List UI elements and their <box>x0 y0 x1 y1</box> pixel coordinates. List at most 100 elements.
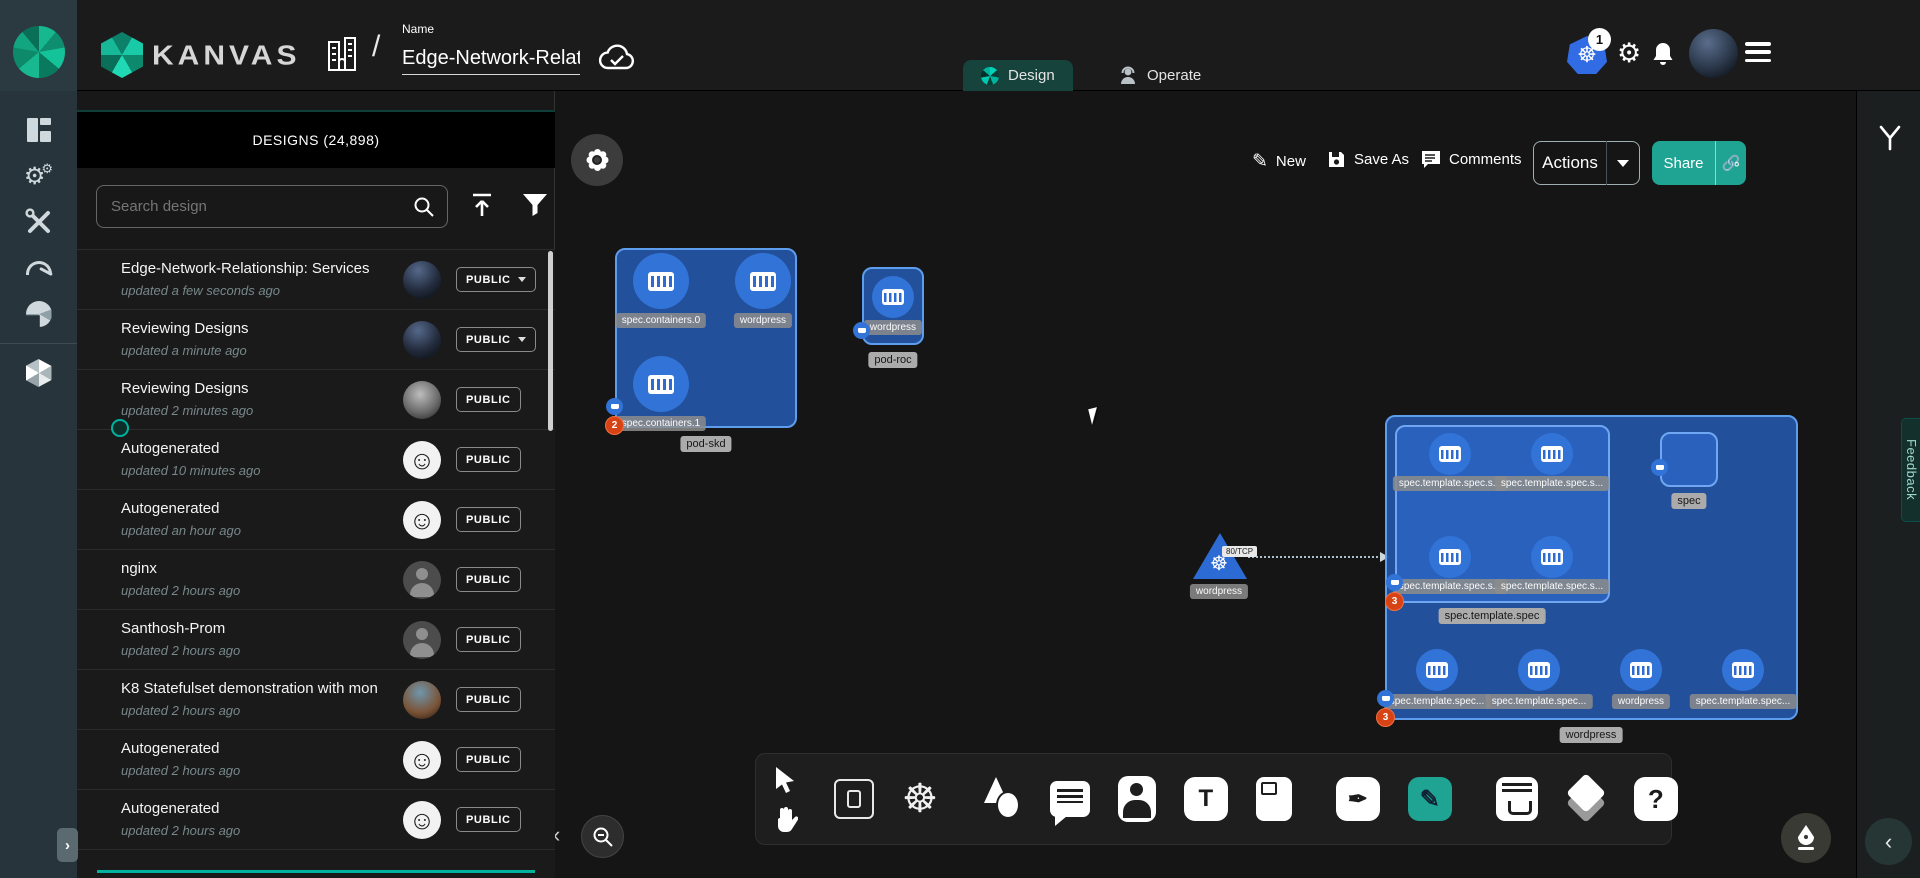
container-node[interactable] <box>1722 649 1764 691</box>
list-item[interactable]: Edge-Network-Relationship: Services upda… <box>77 249 555 309</box>
list-item[interactable]: Autogenerated updated an hour ago ☺ PUBL… <box>77 489 555 549</box>
nav-kanvas-icon[interactable] <box>0 350 77 396</box>
new-button[interactable]: ✎ New <box>1252 150 1306 173</box>
actions-split-button[interactable]: Actions <box>1533 141 1640 185</box>
edge-service-deployment[interactable] <box>1248 556 1382 558</box>
import-design-icon[interactable] <box>469 191 495 219</box>
save-as-button[interactable]: Save As <box>1327 150 1409 169</box>
node-pod-template[interactable] <box>1395 425 1610 603</box>
nav-extensions-icon[interactable] <box>0 291 77 337</box>
comments-button[interactable]: Comments <box>1421 150 1522 169</box>
nav-configuration-icon[interactable] <box>0 199 77 245</box>
freehand-draw-button[interactable] <box>1781 813 1831 863</box>
expand-rail-button[interactable]: › <box>57 828 78 862</box>
left-nav-rail: ⚙⚙ › ? v0.8.11 <box>0 91 77 878</box>
notifications-bell-icon[interactable] <box>1650 40 1676 68</box>
comment-tool-icon[interactable] <box>1050 781 1090 817</box>
media-tool-icon[interactable] <box>1118 776 1156 822</box>
node-spec[interactable] <box>1660 432 1718 487</box>
pen-nib-icon <box>1793 823 1819 853</box>
design-title: Autogenerated <box>121 500 381 517</box>
component-tool-icon[interactable] <box>834 779 874 819</box>
archive-tool-icon[interactable] <box>1496 777 1538 821</box>
magnifier-minus-icon <box>592 826 614 848</box>
zoom-out-button[interactable] <box>581 815 624 858</box>
text-tool-icon[interactable]: T <box>1184 777 1228 821</box>
feedback-tab[interactable]: Feedback <box>1901 418 1920 522</box>
shapes-tool-icon[interactable] <box>982 777 1022 821</box>
kubernetes-tool-icon[interactable]: ☸ <box>902 779 938 819</box>
container-node[interactable] <box>872 276 914 318</box>
list-item[interactable]: Reviewing Designs updated a minute ago P… <box>77 309 555 369</box>
menu-hamburger-icon[interactable] <box>1745 42 1771 62</box>
design-updated: updated an hour ago <box>121 523 241 538</box>
search-icon[interactable] <box>413 196 435 218</box>
pan-tool-icon[interactable] <box>772 805 798 833</box>
pen-tool-icon[interactable]: ✒ <box>1336 777 1380 821</box>
tab-operate[interactable]: Operate <box>1100 60 1219 91</box>
container-node[interactable] <box>1429 536 1471 578</box>
select-tool-icon[interactable] <box>772 765 798 795</box>
list-item-partial[interactable] <box>77 849 555 878</box>
filter-funnel-icon[interactable] <box>521 191 549 217</box>
design-title: Reviewing Designs <box>121 320 381 337</box>
visibility-badge[interactable]: PUBLIC <box>456 267 536 292</box>
list-item[interactable]: Santhosh-Prom updated 2 hours ago PUBLIC <box>77 609 555 669</box>
container-node[interactable] <box>633 253 689 309</box>
collapse-right-chevron[interactable]: ‹ <box>1865 818 1912 865</box>
container-node[interactable] <box>1429 433 1471 475</box>
search-input[interactable] <box>97 198 413 215</box>
meshery-logo-icon[interactable] <box>13 26 65 78</box>
container-icon <box>1528 662 1550 678</box>
container-node[interactable] <box>1620 649 1662 691</box>
design-name-input[interactable] <box>402 42 580 75</box>
list-item[interactable]: Autogenerated updated 2 hours ago ☺ PUBL… <box>77 729 555 789</box>
list-item[interactable]: K8 Statefulset demonstration with mon up… <box>77 669 555 729</box>
container-node[interactable] <box>1416 649 1458 691</box>
kanvas-logo-icon[interactable] <box>101 32 143 78</box>
sketch-tool-icon-active[interactable]: ✎ <box>1408 777 1452 821</box>
nav-performance-icon[interactable] <box>0 245 77 291</box>
versions-branch-icon[interactable] <box>1878 125 1902 151</box>
error-count-badge[interactable]: 3 <box>1376 708 1395 727</box>
operator-status-button[interactable] <box>571 134 623 186</box>
list-load-indicator <box>97 870 535 873</box>
error-count-badge[interactable]: 2 <box>605 416 624 435</box>
list-item[interactable]: Autogenerated updated 2 hours ago ☺ PUBL… <box>77 789 555 849</box>
error-count-badge[interactable]: 3 <box>1385 592 1404 611</box>
copy-link-icon[interactable]: 🔗⃘︎ <box>1716 154 1746 172</box>
visibility-badge: PUBLIC <box>456 687 521 712</box>
note-tool-icon[interactable] <box>1256 777 1292 821</box>
container-icon <box>1439 549 1461 565</box>
container-icon <box>648 375 674 394</box>
rail-divider <box>0 343 77 344</box>
node-label: pod-skd <box>680 436 731 452</box>
share-split-button[interactable]: Share 🔗⃘︎ <box>1652 141 1746 185</box>
design-title: Santhosh-Prom <box>121 620 381 637</box>
nav-dashboard-icon[interactable] <box>0 107 77 153</box>
design-updated: updated 2 hours ago <box>121 643 240 658</box>
list-scrollbar[interactable] <box>548 251 553 431</box>
container-node[interactable] <box>1531 536 1573 578</box>
nav-lifecycle-icon[interactable]: ⚙⚙ <box>0 153 77 199</box>
list-item[interactable]: Reviewing Designs updated 2 minutes ago … <box>77 369 555 429</box>
visibility-badge: PUBLIC <box>456 627 521 652</box>
organization-icon[interactable] <box>325 36 359 72</box>
container-node[interactable] <box>633 356 689 412</box>
visibility-badge[interactable]: PUBLIC <box>456 327 536 352</box>
container-node[interactable] <box>1531 433 1573 475</box>
top-bar: KANVAS / Name Design Operate ☸ <box>0 0 1920 91</box>
search-box[interactable] <box>96 185 448 228</box>
list-item[interactable]: nginx updated 2 hours ago PUBLIC <box>77 549 555 609</box>
list-item[interactable]: Autogenerated updated 10 minutes ago ☺ P… <box>77 429 555 489</box>
design-owner-avatar: ☺ <box>403 741 441 779</box>
layers-tool-icon[interactable] <box>1566 777 1606 821</box>
help-tool-icon[interactable]: ? <box>1634 777 1678 821</box>
tab-design[interactable]: Design <box>963 60 1073 91</box>
pod-kind-badge <box>1386 574 1403 591</box>
container-node[interactable] <box>1518 649 1560 691</box>
user-avatar[interactable] <box>1689 29 1738 78</box>
container-node[interactable] <box>735 253 791 309</box>
actions-caret-icon[interactable] <box>1617 160 1629 167</box>
settings-gear-icon[interactable]: ⚙ <box>1617 38 1641 69</box>
